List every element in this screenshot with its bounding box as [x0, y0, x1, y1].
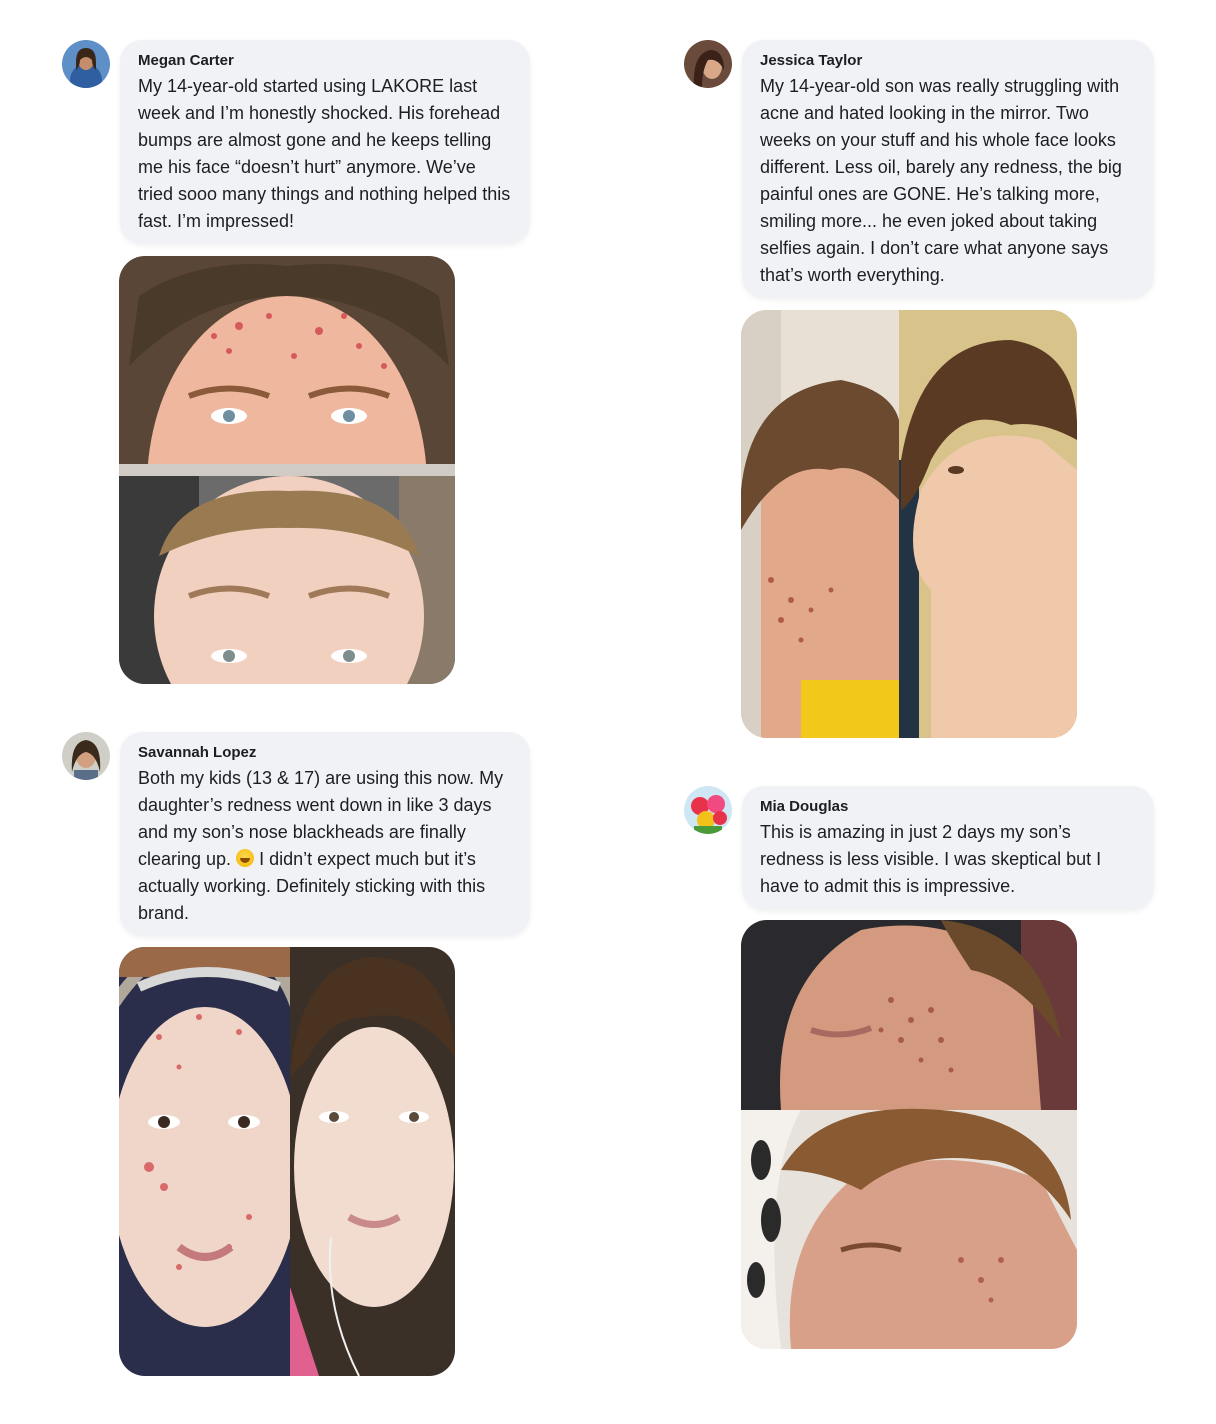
- review-bubble: Jessica Taylor My 14-year-old son was re…: [742, 40, 1154, 298]
- before-after-photo[interactable]: [741, 310, 1077, 738]
- avatar-megan-carter[interactable]: [62, 40, 110, 88]
- reviewer-name[interactable]: Mia Douglas: [760, 798, 1136, 816]
- review-text: This is amazing in just 2 days my son’s …: [760, 822, 1102, 896]
- review-bubble: Megan Carter My 14-year-old started usin…: [120, 40, 530, 244]
- review-text: My 14-year-old started using LAKORE last…: [138, 76, 511, 231]
- before-after-photo[interactable]: [119, 947, 455, 1376]
- avatar-jessica-taylor[interactable]: [684, 40, 732, 88]
- review-text: Both my kids (13 & 17) are using this no…: [138, 765, 512, 927]
- review-bubble: Savannah Lopez Both my kids (13 & 17) ar…: [120, 732, 530, 936]
- reviewer-name[interactable]: Megan Carter: [138, 52, 512, 70]
- avatar-savannah-lopez[interactable]: [62, 732, 110, 780]
- reviewer-name[interactable]: Savannah Lopez: [138, 744, 512, 762]
- reviewer-name[interactable]: Jessica Taylor: [760, 52, 1136, 70]
- before-after-photo[interactable]: [119, 256, 455, 684]
- avatar-mia-douglas[interactable]: [684, 786, 732, 834]
- before-after-photo[interactable]: [741, 920, 1077, 1349]
- review-bubble: Mia Douglas This is amazing in just 2 da…: [742, 786, 1154, 910]
- laughing-emoji-icon: [236, 849, 255, 867]
- review-text: My 14-year-old son was really struggling…: [760, 76, 1122, 285]
